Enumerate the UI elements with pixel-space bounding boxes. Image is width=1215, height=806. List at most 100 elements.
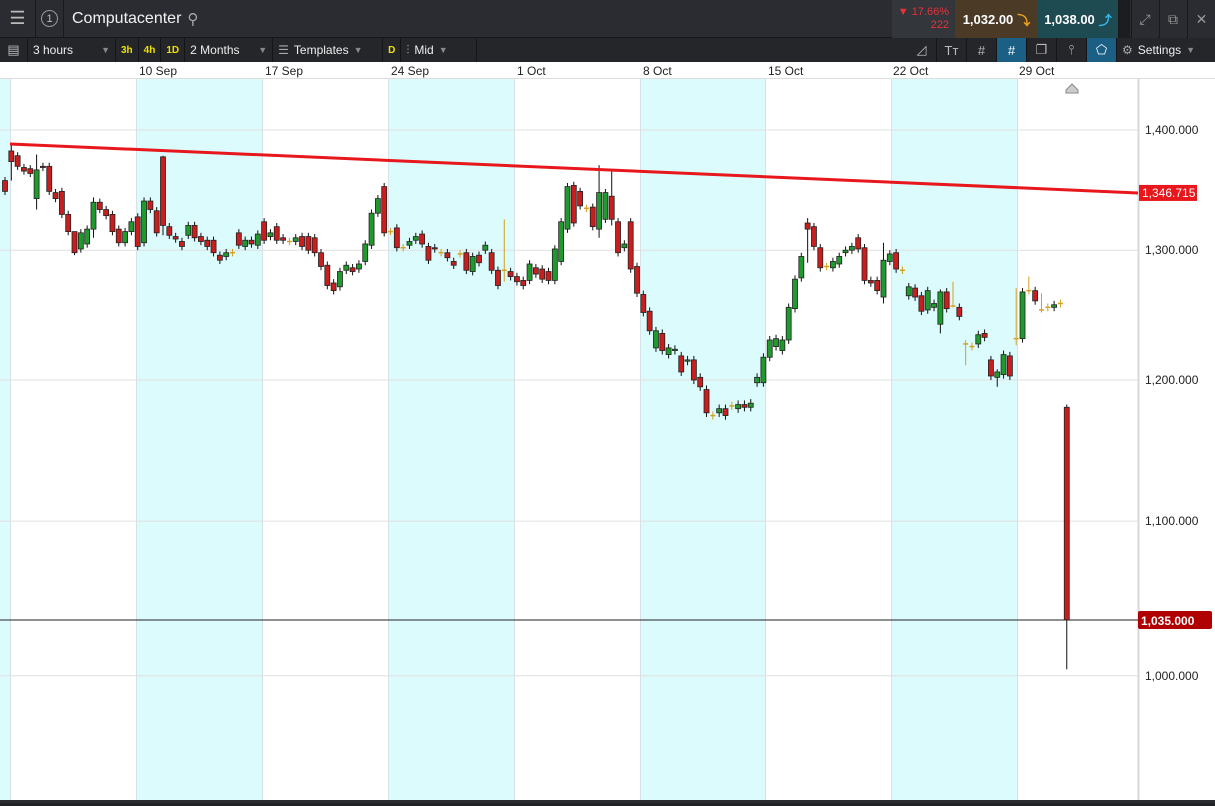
candle-body xyxy=(65,214,72,232)
search-icon[interactable]: ⚲ xyxy=(187,10,198,28)
grid-button[interactable]: # xyxy=(967,38,997,62)
candle-body xyxy=(741,404,748,408)
arrow-down-icon: ⤵ xyxy=(1017,12,1031,28)
snap-grid-button[interactable]: # xyxy=(997,38,1027,62)
candle-body xyxy=(21,167,27,172)
candle-body xyxy=(520,280,527,286)
candle-body xyxy=(58,190,65,215)
candle-body xyxy=(172,236,179,240)
candle-body xyxy=(760,356,767,384)
candle-body xyxy=(792,278,798,310)
interval-1d-button[interactable]: 1D xyxy=(161,38,186,62)
candle-body xyxy=(444,252,451,259)
candle-body xyxy=(431,247,438,250)
chart-canvas[interactable]: 1,400.000 1,300.000 1,200.000 1,100.000 1,00… xyxy=(0,79,1215,801)
list-button[interactable]: ▤ xyxy=(0,38,28,62)
instrument-title[interactable]: Computacenter xyxy=(64,10,181,28)
scroll-to-latest-icon[interactable] xyxy=(1065,83,1079,94)
candle-body xyxy=(324,264,331,286)
hamburger-icon: ☰ xyxy=(9,8,26,28)
candle-body xyxy=(558,221,565,262)
candle-body xyxy=(659,333,666,351)
candle-body xyxy=(166,226,173,236)
candle-body xyxy=(368,212,375,246)
candle-body xyxy=(842,249,849,254)
templates-select[interactable]: ☰ Templates ▼ xyxy=(273,38,384,62)
candle-body xyxy=(918,295,925,312)
sell-price-button[interactable]: 1,032.00 ⤵ xyxy=(955,0,1038,38)
candle-body xyxy=(994,371,1001,378)
price-chart[interactable]: 1,400.000 1,300.000 1,200.000 1,100.000 1,00… xyxy=(0,79,1215,801)
candle-body xyxy=(861,247,868,281)
candle-body xyxy=(381,186,388,234)
close-button[interactable]: ✕ xyxy=(1187,0,1215,38)
candle-body xyxy=(722,408,729,416)
candle-body xyxy=(27,168,34,174)
interval-select[interactable]: 3 hours ▼ xyxy=(28,38,116,62)
candle-body xyxy=(836,256,843,265)
candle-body xyxy=(931,303,937,308)
candle-body xyxy=(77,232,84,250)
ask-price: 1,038.00 xyxy=(1044,11,1095,27)
candle-body xyxy=(539,268,546,280)
draw-line-button[interactable]: ◿ xyxy=(907,38,937,62)
daily-button[interactable]: D xyxy=(383,38,402,62)
tag-icon: ⬠ xyxy=(1095,42,1108,57)
candle-body xyxy=(273,226,280,241)
date-label: 15 Oct xyxy=(768,64,804,78)
candle-body xyxy=(640,294,647,313)
window-number-button[interactable]: 1 xyxy=(36,0,64,38)
candle-body xyxy=(476,254,482,264)
candle-body xyxy=(684,359,691,362)
candle-body xyxy=(419,233,426,245)
candle-body xyxy=(160,156,166,226)
draw-line-icon: ◿ xyxy=(916,42,927,57)
chevron-down-icon: ▼ xyxy=(258,45,268,55)
buy-price-button[interactable]: 1,038.00 ⤴ xyxy=(1038,0,1118,38)
text-button[interactable]: Tт xyxy=(937,38,967,62)
interval-4h-button[interactable]: 4h xyxy=(139,38,162,62)
price-type-select[interactable]: ⫶ Mid ▼ xyxy=(401,38,478,62)
price-label-button[interactable]: ⬠ xyxy=(1087,38,1117,62)
layers-button[interactable]: ❐ xyxy=(1027,38,1057,62)
candle-body xyxy=(943,291,950,310)
range-select[interactable]: 2 Months ▼ xyxy=(185,38,274,62)
candle-body xyxy=(115,228,122,244)
candle-body xyxy=(2,180,8,192)
candlestick-icon: ⫶ xyxy=(406,42,410,57)
candle-body xyxy=(204,239,211,247)
candle-body xyxy=(602,192,609,220)
candle-body xyxy=(349,267,356,272)
candle-body xyxy=(596,192,602,230)
candle-body xyxy=(874,280,881,292)
crosshair-icon: ⫯ xyxy=(1068,42,1075,57)
date-label: 1 Oct xyxy=(517,64,546,78)
candle-body xyxy=(425,246,432,261)
date-label: 24 Sep xyxy=(391,64,430,78)
close-icon: ✕ xyxy=(1195,10,1208,27)
candle-body xyxy=(905,286,912,297)
candle-body xyxy=(362,243,369,262)
menu-button[interactable]: ☰ xyxy=(0,0,36,38)
candle-body xyxy=(937,291,944,325)
settings-label: Settings xyxy=(1137,43,1182,57)
popout-button[interactable]: ⧉ xyxy=(1159,0,1186,38)
crosshair-button[interactable]: ⫯ xyxy=(1057,38,1087,62)
resize-handle[interactable] xyxy=(1118,0,1130,38)
interval-3h-button[interactable]: 3h xyxy=(116,38,139,62)
candle-body xyxy=(1006,355,1013,377)
grid-pencil-icon: # xyxy=(1007,42,1016,58)
candle-body xyxy=(672,348,678,351)
candle-body xyxy=(84,228,91,245)
candle-body xyxy=(242,239,249,247)
candle-body xyxy=(299,236,305,247)
price-tick-label: 1,300.000 xyxy=(1145,243,1199,257)
candle-body xyxy=(280,237,286,241)
candle-body xyxy=(337,271,343,288)
settings-select[interactable]: ⚙ Settings ▼ xyxy=(1117,38,1215,62)
templates-label: Templates xyxy=(293,43,349,57)
candle-body xyxy=(482,244,489,251)
candle-body xyxy=(318,252,324,267)
maximize-button[interactable]: ⤢ xyxy=(1131,0,1158,38)
candle-body xyxy=(981,333,988,338)
